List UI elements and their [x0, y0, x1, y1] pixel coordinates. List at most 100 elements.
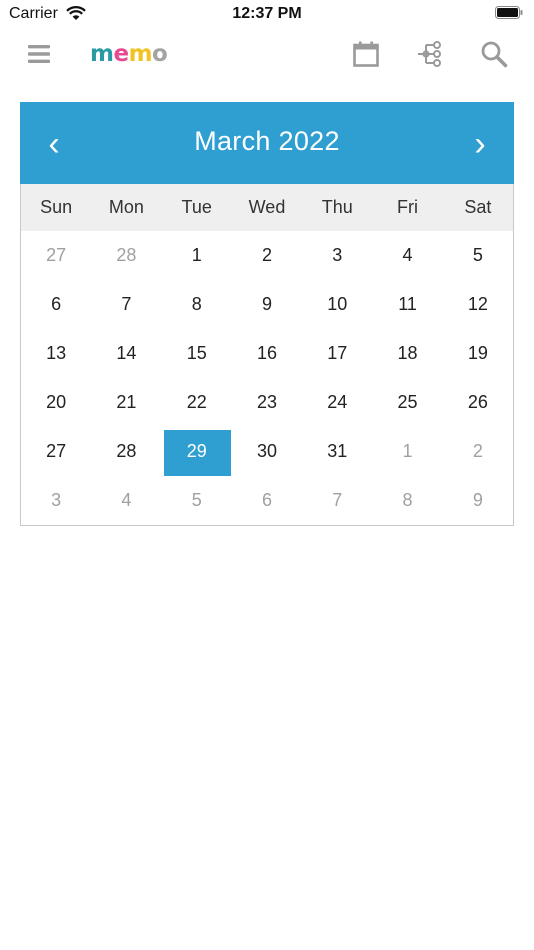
weekday-header-row: Sun Mon Tue Wed Thu Fri Sat — [21, 184, 513, 231]
weekday-label: Wed — [248, 197, 286, 217]
day-cell-other-month[interactable]: 28 — [91, 231, 161, 280]
day-cell[interactable]: 18 — [372, 329, 442, 378]
day-cell[interactable]: 20 — [21, 378, 91, 427]
day-cell[interactable]: 25 — [372, 378, 442, 427]
search-icon[interactable] — [478, 38, 510, 70]
day-number: 18 — [397, 343, 418, 363]
status-bar: Carrier 12:37 PM — [0, 0, 534, 28]
next-month-button[interactable]: › — [460, 124, 500, 164]
day-number: 8 — [402, 490, 413, 510]
week-row: 20 21 22 23 24 25 26 — [21, 378, 513, 427]
weekday-label: Sat — [464, 197, 492, 217]
day-cell[interactable]: 30 — [232, 427, 302, 476]
day-number: 23 — [256, 392, 277, 412]
day-number: 16 — [256, 343, 277, 363]
day-cell[interactable]: 5 — [443, 231, 513, 280]
day-number: 15 — [186, 343, 207, 363]
day-cell[interactable]: 14 — [91, 329, 161, 378]
day-number: 25 — [397, 392, 418, 412]
day-cell[interactable]: 4 — [372, 231, 442, 280]
day-cell-other-month[interactable]: 2 — [443, 427, 513, 476]
day-number: 11 — [398, 294, 417, 314]
app-toolbar: memo — [0, 28, 534, 80]
day-cell[interactable]: 16 — [232, 329, 302, 378]
day-number: 29 — [186, 441, 207, 461]
day-cell[interactable]: 12 — [443, 280, 513, 329]
month-calendar: ‹ March 2022 › Sun Mon Tue Wed Thu Fri S… — [20, 102, 514, 526]
day-number: 21 — [116, 392, 137, 412]
battery-icon — [495, 6, 523, 19]
day-cell[interactable]: 31 — [302, 427, 372, 476]
day-number: 9 — [472, 490, 483, 510]
day-cell[interactable]: 1 — [162, 231, 232, 280]
calendar-icon[interactable] — [350, 38, 382, 70]
day-cell[interactable]: 8 — [162, 280, 232, 329]
day-cell-other-month[interactable]: 27 — [21, 231, 91, 280]
logo-letter: e — [113, 41, 129, 67]
day-cell[interactable]: 11 — [372, 280, 442, 329]
day-cell[interactable]: 6 — [21, 280, 91, 329]
weekday-label: Fri — [397, 197, 419, 217]
day-number: 9 — [261, 294, 272, 314]
clock: 12:37 PM — [232, 5, 302, 22]
day-number: 19 — [467, 343, 488, 363]
day-cell[interactable]: 7 — [91, 280, 161, 329]
day-cell-selected[interactable]: 29 — [162, 427, 232, 476]
day-cell[interactable]: 19 — [443, 329, 513, 378]
day-cell-other-month[interactable]: 1 — [372, 427, 442, 476]
tree-icon[interactable] — [414, 38, 446, 70]
day-number: 30 — [256, 441, 277, 461]
day-cell[interactable]: 27 — [21, 427, 91, 476]
day-number: 4 — [121, 490, 132, 510]
day-cell-other-month[interactable]: 8 — [372, 476, 442, 525]
day-cell[interactable]: 15 — [162, 329, 232, 378]
day-cell-other-month[interactable]: 4 — [91, 476, 161, 525]
weekday-label: Mon — [108, 197, 144, 217]
week-row: 6 7 8 9 10 11 12 — [21, 280, 513, 329]
week-row: 13 14 15 16 17 18 19 — [21, 329, 513, 378]
day-number: 28 — [116, 245, 137, 265]
month-title: March 2022 — [194, 126, 340, 156]
day-cell[interactable]: 22 — [162, 378, 232, 427]
day-number: 24 — [327, 392, 348, 412]
day-number: 20 — [46, 392, 67, 412]
day-cell[interactable]: 13 — [21, 329, 91, 378]
day-number: 27 — [46, 245, 67, 265]
day-cell[interactable]: 21 — [91, 378, 161, 427]
logo-letter: m — [90, 41, 114, 67]
day-number: 1 — [191, 245, 202, 265]
day-number: 5 — [472, 245, 483, 265]
day-number: 13 — [46, 343, 67, 363]
weekday-label: Tue — [181, 197, 212, 217]
day-number: 5 — [191, 490, 202, 510]
day-cell[interactable]: 17 — [302, 329, 372, 378]
logo-letter: m — [128, 41, 153, 67]
day-cell[interactable]: 9 — [232, 280, 302, 329]
day-number: 8 — [191, 294, 202, 314]
day-grid: 27 28 1 2 3 4 5 6 7 8 9 10 11 12 13 14 15 16 17 18 19 20 21 22 2… — [21, 231, 513, 525]
day-cell-other-month[interactable]: 6 — [232, 476, 302, 525]
day-number: 14 — [116, 343, 137, 363]
day-number: 4 — [402, 245, 413, 265]
day-cell[interactable]: 10 — [302, 280, 372, 329]
day-number: 17 — [327, 343, 348, 363]
day-cell[interactable]: 28 — [91, 427, 161, 476]
logo-letter: o — [152, 41, 168, 67]
day-cell[interactable]: 2 — [232, 231, 302, 280]
day-cell[interactable]: 23 — [232, 378, 302, 427]
day-cell-other-month[interactable]: 7 — [302, 476, 372, 525]
week-row: 27 28 1 2 3 4 5 — [21, 231, 513, 280]
day-cell-other-month[interactable]: 5 — [162, 476, 232, 525]
weekday-label: Thu — [321, 197, 353, 217]
menu-icon[interactable] — [24, 40, 54, 68]
day-number: 31 — [327, 441, 348, 461]
day-cell-other-month[interactable]: 3 — [21, 476, 91, 525]
day-cell[interactable]: 24 — [302, 378, 372, 427]
week-row: 3 4 5 6 7 8 9 — [21, 476, 513, 525]
day-number: 3 — [51, 490, 62, 510]
day-cell-other-month[interactable]: 9 — [443, 476, 513, 525]
day-cell[interactable]: 3 — [302, 231, 372, 280]
calendar-header: ‹ March 2022 › — [20, 102, 514, 184]
day-cell[interactable]: 26 — [443, 378, 513, 427]
day-number: 3 — [332, 245, 343, 265]
